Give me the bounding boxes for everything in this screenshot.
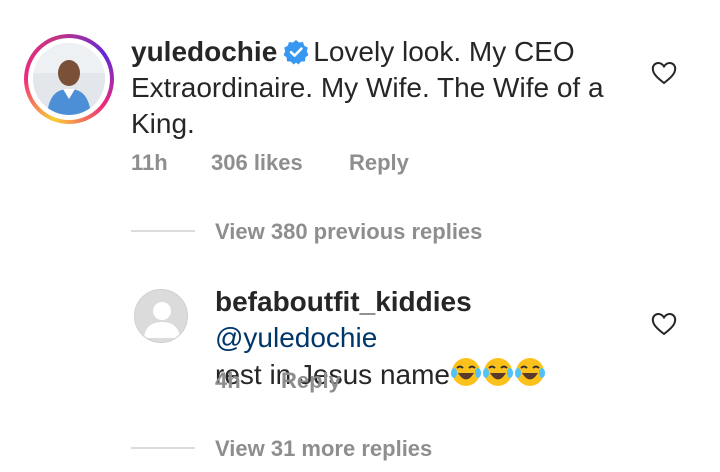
like-heart-icon[interactable] xyxy=(651,61,677,85)
thread-divider xyxy=(131,230,195,232)
comment-likes[interactable]: 306 likes xyxy=(211,150,303,176)
laughing-emoji-icon xyxy=(483,358,513,386)
laughing-emoji-icon xyxy=(515,358,545,386)
default-avatar-icon xyxy=(135,290,187,342)
reply-mention[interactable]: @yuledochie xyxy=(215,322,377,353)
reply-username[interactable]: befaboutfit_kiddies xyxy=(215,286,472,317)
emoji-group xyxy=(450,356,546,397)
verified-badge-icon xyxy=(283,38,309,65)
profile-photo xyxy=(33,43,105,115)
view-more-replies-button[interactable]: View 31 more replies xyxy=(215,436,432,462)
reply-time: 4h xyxy=(215,368,241,393)
comment-reply-button[interactable]: Reply xyxy=(349,150,409,176)
thread-divider xyxy=(131,447,195,449)
view-previous-replies-button[interactable]: View 380 previous replies xyxy=(215,219,482,245)
reply-avatar[interactable] xyxy=(134,289,188,343)
laughing-emoji-icon xyxy=(451,358,481,386)
reply-body: befaboutfit_kiddies @yuledochie rest in … xyxy=(215,284,635,397)
comment-body: yuledochie Lovely look. My CEO Extraordin… xyxy=(131,34,631,142)
like-heart-icon[interactable] xyxy=(651,312,677,336)
avatar[interactable] xyxy=(33,43,105,115)
reply-reply-button[interactable]: Reply xyxy=(281,368,341,394)
comment-time: 11h xyxy=(131,150,168,175)
comment-username[interactable]: yuledochie xyxy=(131,36,277,67)
